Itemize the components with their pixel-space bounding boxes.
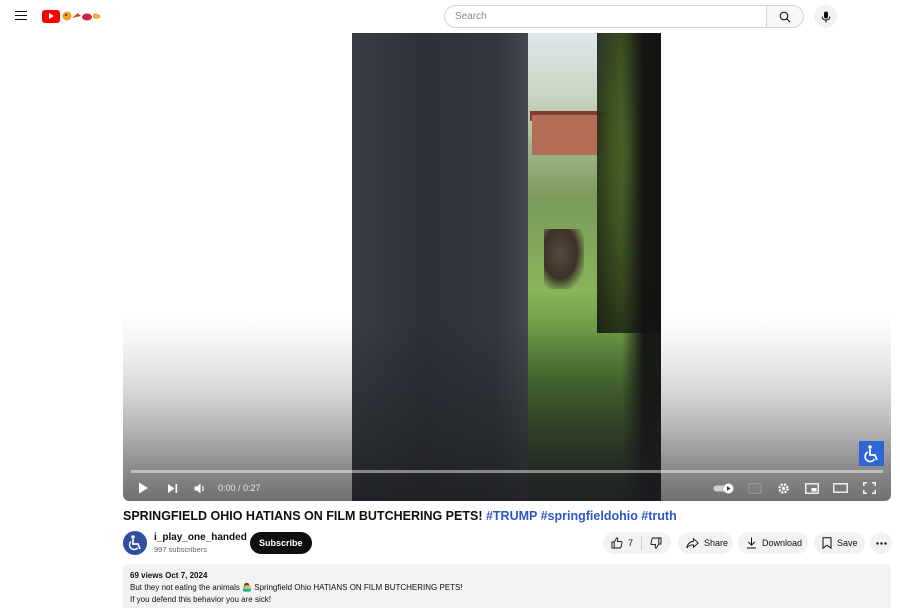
- description-line-1: But they not eating the animals 🤷‍♂️ Spr…: [130, 583, 463, 592]
- save-icon: [822, 537, 832, 549]
- mic-icon: [821, 11, 830, 22]
- more-actions-button[interactable]: [870, 532, 892, 554]
- video-title: SPRINGFIELD OHIO HATIANS ON FILM BUTCHER…: [123, 509, 677, 523]
- download-button[interactable]: Download: [738, 532, 808, 554]
- video-bottom-shade: [352, 323, 661, 501]
- video-frame[interactable]: [352, 33, 661, 501]
- player-controls: 0:00 / 0:27 CC: [123, 477, 891, 499]
- play-icon: [138, 482, 148, 494]
- more-icon: [875, 541, 887, 545]
- video-hashtags[interactable]: #TRUMP #springfieldohio #truth: [486, 509, 677, 523]
- next-icon: [167, 483, 177, 493]
- video-player[interactable]: 0:00 / 0:27 CC: [123, 33, 891, 501]
- theater-icon: [832, 483, 848, 493]
- share-icon: [686, 537, 699, 548]
- description-meta: 69 views Oct 7, 2024: [130, 571, 208, 580]
- search-box: [444, 5, 804, 28]
- accessibility-icon[interactable]: [859, 441, 884, 466]
- captions-icon: CC: [748, 482, 762, 494]
- like-dislike-group: 7: [603, 532, 671, 554]
- download-label: Download: [762, 538, 803, 548]
- miniplayer-icon: [805, 482, 819, 494]
- share-button[interactable]: Share: [678, 532, 733, 554]
- fullscreen-button[interactable]: [858, 477, 880, 499]
- masthead: [0, 0, 900, 33]
- captions-button[interactable]: CC: [744, 477, 766, 499]
- description-line-2: If you defend this behavior you are sick…: [130, 595, 271, 604]
- save-button[interactable]: Save: [814, 532, 865, 554]
- owner-row: i_play_one_handed 997 subscribers Subscr…: [123, 531, 892, 555]
- miniplayer-button[interactable]: [801, 477, 823, 499]
- autoplay-toggle-icon: [713, 483, 734, 493]
- youtube-play-logo-icon: [42, 9, 60, 23]
- next-button[interactable]: [162, 477, 182, 499]
- autoplay-toggle[interactable]: [712, 477, 736, 499]
- voice-search-button[interactable]: [814, 5, 837, 28]
- time-display: 0:00 / 0:27: [218, 483, 261, 493]
- channel-avatar[interactable]: [123, 531, 147, 555]
- video-figures: [544, 229, 584, 289]
- description-box[interactable]: 69 views Oct 7, 2024 But they not eating…: [123, 564, 891, 608]
- theater-button[interactable]: [829, 477, 851, 499]
- like-count[interactable]: 7: [628, 538, 633, 548]
- wheelchair-avatar-icon: [124, 532, 146, 554]
- download-icon: [747, 537, 756, 549]
- like-icon[interactable]: [611, 537, 623, 549]
- volume-icon: [194, 483, 204, 493]
- doodle-icon: [62, 11, 101, 21]
- play-button[interactable]: [133, 477, 153, 499]
- search-input[interactable]: [444, 5, 766, 28]
- youtube-logo[interactable]: [42, 8, 104, 24]
- search-button[interactable]: [766, 5, 804, 28]
- save-label: Save: [837, 538, 858, 548]
- subscriber-count: 997 subscribers: [154, 545, 207, 554]
- progress-bar[interactable]: [131, 470, 883, 473]
- subscribe-button[interactable]: Subscribe: [250, 532, 312, 554]
- settings-button[interactable]: [772, 477, 794, 499]
- video-title-text: SPRINGFIELD OHIO HATIANS ON FILM BUTCHER…: [123, 509, 486, 523]
- search-icon: [779, 11, 791, 22]
- channel-name[interactable]: i_play_one_handed: [154, 532, 247, 543]
- dislike-icon[interactable]: [650, 537, 662, 549]
- svg-text:CC: CC: [751, 486, 759, 492]
- wheelchair-icon: [863, 444, 878, 462]
- settings-icon: [777, 482, 789, 494]
- menu-icon[interactable]: [12, 8, 30, 24]
- volume-button[interactable]: [190, 477, 210, 499]
- share-label: Share: [704, 538, 729, 548]
- fullscreen-icon: [862, 482, 876, 494]
- like-divider: [641, 536, 643, 550]
